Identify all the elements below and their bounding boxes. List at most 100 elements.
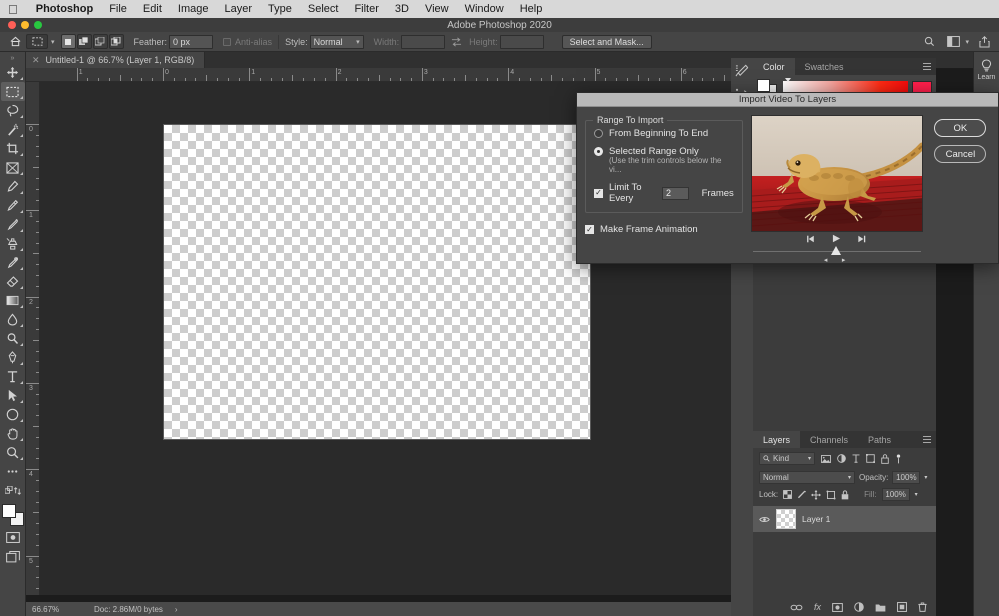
height-input[interactable] bbox=[499, 34, 544, 49]
panel-menu-icon[interactable] bbox=[923, 436, 931, 443]
menu-help[interactable]: Help bbox=[512, 3, 551, 15]
layer-style-icon[interactable]: fx bbox=[814, 602, 821, 612]
apple-icon[interactable]:  bbox=[8, 3, 18, 16]
clone-stamp-tool[interactable] bbox=[1, 234, 25, 253]
type-tool[interactable] bbox=[1, 367, 25, 386]
video-timeline[interactable]: ◂ ▸ bbox=[751, 246, 923, 264]
rectangular-marquee-tool[interactable] bbox=[0, 82, 25, 101]
lock-transparency-icon[interactable] bbox=[783, 490, 793, 499]
history-brush-tool[interactable] bbox=[1, 253, 25, 272]
menu-layer[interactable]: Layer bbox=[216, 3, 260, 15]
swap-colors-icon[interactable] bbox=[1, 481, 25, 500]
dodge-tool[interactable] bbox=[1, 329, 25, 348]
timeline-playhead[interactable] bbox=[830, 246, 841, 255]
tab-paths[interactable]: Paths bbox=[858, 431, 901, 448]
opacity-value[interactable]: 100% bbox=[892, 471, 921, 484]
foreground-color-chip[interactable] bbox=[757, 79, 770, 92]
menu-file[interactable]: File bbox=[101, 3, 135, 15]
color-swatches[interactable] bbox=[1, 502, 25, 528]
foreground-color-swatch[interactable] bbox=[1, 504, 16, 518]
document-tab[interactable]: ✕ Untitled-1 @ 66.7% (Layer 1, RGB/8) bbox=[26, 52, 206, 68]
quick-mask-icon[interactable] bbox=[1, 528, 25, 547]
previous-frame-icon[interactable] bbox=[806, 235, 818, 243]
layer-mask-icon[interactable] bbox=[832, 602, 843, 612]
intersect-selection-icon[interactable] bbox=[108, 34, 124, 49]
layer-thumbnail[interactable] bbox=[776, 509, 796, 529]
style-select[interactable]: Normal ▾ bbox=[309, 34, 364, 49]
cancel-button[interactable]: Cancel bbox=[934, 145, 987, 163]
pen-tool[interactable] bbox=[1, 348, 25, 367]
screen-mode-icon[interactable] bbox=[1, 547, 25, 566]
radio-from-beginning-row[interactable]: From Beginning To End bbox=[594, 128, 734, 139]
horizontal-ruler[interactable]: 1 0 1 2 3 4 5 6 bbox=[26, 68, 753, 82]
fill-chevron-icon[interactable]: ▾ bbox=[915, 491, 918, 498]
tab-swatches[interactable]: Swatches bbox=[795, 58, 854, 75]
lock-all-icon[interactable] bbox=[841, 490, 849, 500]
video-preview[interactable] bbox=[750, 115, 923, 232]
adjustment-layer-icon[interactable] bbox=[854, 602, 864, 612]
opacity-chevron-icon[interactable]: ▾ bbox=[924, 474, 927, 481]
filter-smart-object-icon[interactable] bbox=[881, 453, 889, 464]
home-icon[interactable] bbox=[6, 34, 24, 50]
filter-pixel-icon[interactable] bbox=[821, 454, 831, 463]
next-frame-icon[interactable] bbox=[855, 235, 867, 243]
artboard-transparent-canvas[interactable] bbox=[163, 124, 591, 440]
link-layers-icon[interactable] bbox=[790, 604, 803, 611]
zoom-tool[interactable] bbox=[1, 443, 25, 462]
chevron-down-icon[interactable]: ▾ bbox=[808, 455, 811, 462]
chevron-right-icon[interactable]: › bbox=[175, 605, 178, 614]
trim-start-handle[interactable]: ◂ bbox=[824, 256, 828, 264]
limit-to-every-checkbox[interactable] bbox=[594, 188, 603, 198]
menu-type[interactable]: Type bbox=[260, 3, 300, 15]
menu-filter[interactable]: Filter bbox=[346, 3, 386, 15]
learn-panel-button[interactable]: Learn bbox=[975, 57, 999, 83]
swap-dimensions-icon[interactable] bbox=[447, 34, 465, 50]
frame-tool[interactable] bbox=[1, 158, 25, 177]
new-group-icon[interactable] bbox=[875, 603, 886, 612]
eye-icon[interactable] bbox=[759, 516, 770, 523]
ok-button[interactable]: OK bbox=[934, 119, 987, 137]
gradient-tool[interactable] bbox=[1, 291, 25, 310]
menu-photoshop[interactable]: Photoshop bbox=[28, 3, 101, 15]
active-tool-button[interactable] bbox=[26, 34, 48, 49]
lock-artboard-icon[interactable] bbox=[826, 489, 836, 500]
expand-panel-icon[interactable]: » bbox=[11, 54, 15, 63]
workspace-chevron-icon[interactable]: ▾ bbox=[965, 38, 969, 46]
menu-select[interactable]: Select bbox=[300, 3, 347, 15]
move-tool[interactable] bbox=[1, 63, 25, 82]
ellipse-tool[interactable] bbox=[1, 405, 25, 424]
menu-window[interactable]: Window bbox=[457, 3, 512, 15]
new-selection-icon[interactable] bbox=[60, 34, 76, 49]
menu-3d[interactable]: 3D bbox=[387, 3, 417, 15]
eyedropper-tool[interactable] bbox=[1, 177, 25, 196]
fill-value[interactable]: 100% bbox=[881, 488, 910, 501]
layer-row[interactable]: Layer 1 bbox=[753, 506, 936, 532]
close-icon[interactable]: ✕ bbox=[32, 55, 40, 66]
radio-selected-range-only[interactable] bbox=[594, 147, 603, 156]
layer-name[interactable]: Layer 1 bbox=[802, 514, 830, 524]
filter-adjustment-icon[interactable] bbox=[837, 454, 846, 463]
blur-tool[interactable] bbox=[1, 310, 25, 329]
vertical-ruler[interactable]: 0 1 2 3 4 5 bbox=[26, 82, 40, 595]
hand-tool[interactable] bbox=[1, 424, 25, 443]
new-layer-icon[interactable] bbox=[897, 602, 907, 612]
filter-toggle-icon[interactable] bbox=[895, 453, 902, 464]
play-icon[interactable] bbox=[831, 234, 842, 243]
filter-type-icon[interactable] bbox=[852, 454, 860, 463]
path-selection-tool[interactable] bbox=[1, 386, 25, 405]
anti-alias-checkbox[interactable] bbox=[223, 37, 232, 46]
tool-preset-chevron-icon[interactable]: ▾ bbox=[51, 38, 55, 46]
spot-healing-brush-tool[interactable] bbox=[1, 196, 25, 215]
trim-end-handle[interactable]: ▸ bbox=[842, 256, 846, 264]
tab-channels[interactable]: Channels bbox=[800, 431, 858, 448]
crop-tool[interactable] bbox=[1, 139, 25, 158]
share-icon[interactable] bbox=[975, 34, 993, 50]
zoom-level[interactable]: 66.67% bbox=[26, 605, 88, 614]
chevron-down-icon[interactable]: ▾ bbox=[848, 474, 851, 481]
more-tools[interactable] bbox=[1, 462, 25, 481]
limit-frames-input[interactable]: 2 bbox=[661, 186, 689, 200]
make-frame-animation-checkbox[interactable] bbox=[585, 225, 594, 234]
lock-image-icon[interactable] bbox=[797, 490, 807, 499]
workspace-icon[interactable] bbox=[944, 34, 962, 50]
magic-wand-tool[interactable] bbox=[1, 120, 25, 139]
